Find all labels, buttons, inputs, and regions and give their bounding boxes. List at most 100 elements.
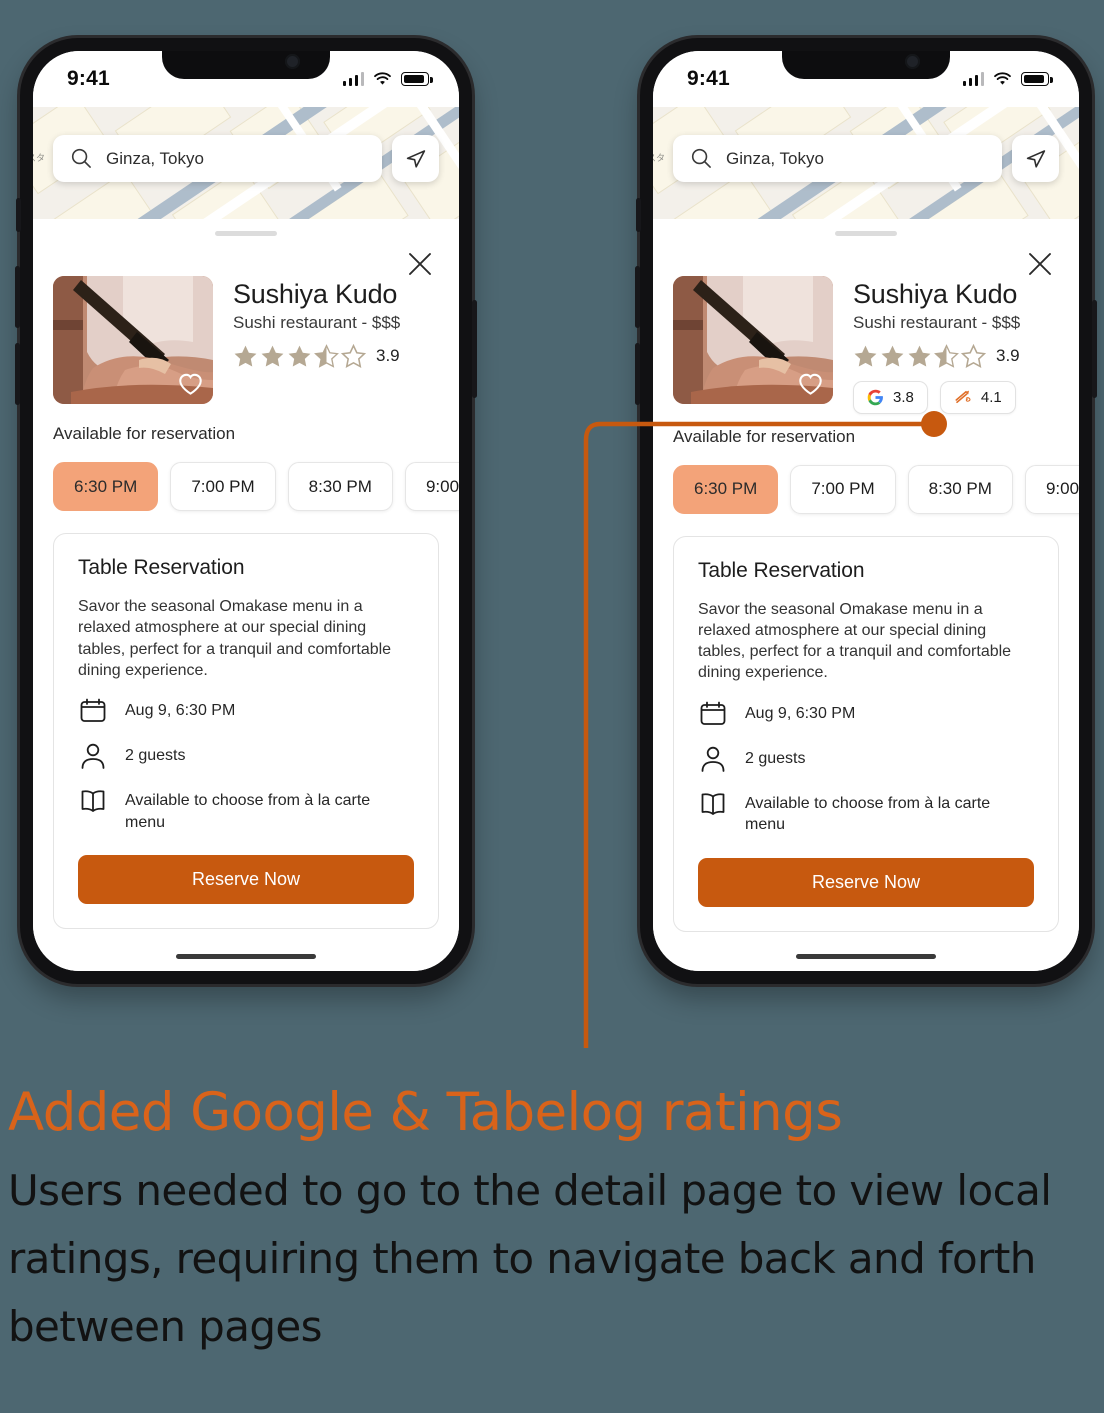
menu-book-icon [81, 790, 105, 812]
status-bar: 9:41 [33, 51, 459, 107]
reservation-description: Savor the seasonal Omakase menu in a rel… [78, 598, 392, 679]
restaurant-info: Sushiya Kudo Sushi restaurant - $$$ 3.9 [233, 276, 400, 404]
close-icon[interactable] [405, 249, 435, 279]
reservation-detail-text: 2 guests [125, 747, 186, 765]
rating-badge-value: 3.8 [893, 388, 914, 406]
map-view[interactable]: スタ 銀座中央ビル Ginza, Tokyo [33, 107, 459, 219]
home-indicator[interactable] [176, 954, 316, 959]
time-slot-chip[interactable]: 6:30 PM [53, 462, 159, 511]
rating-badge-google[interactable]: 3.8 [853, 380, 928, 414]
home-indicator[interactable] [796, 954, 936, 959]
restaurant-header: Sushiya Kudo Sushi restaurant - $$$ 3.9 [53, 276, 439, 404]
map-view[interactable]: スタ 銀座中央ビル Ginza, Tokyo [653, 107, 1079, 219]
heart-icon[interactable] [797, 370, 824, 397]
caption-body: Users needed to go to the detail page to… [8, 1166, 1052, 1352]
status-icons [342, 72, 433, 86]
navigate-arrow-icon [1026, 149, 1045, 168]
time-slot-chip[interactable]: 6:30 PM [673, 464, 779, 514]
reservation-detail-row: Available to choose from à la carte menu [698, 789, 1034, 836]
reservation-details: Aug 9, 6:30 PM 2 guests Available to cho… [698, 699, 1034, 836]
phone-mockup-before: 9:41 タ Ginza, Tokyo Sushiya Kudo Sushi r… [15, 38, 477, 984]
reservation-card: Table Reservation Savor the seasonal Oma… [53, 533, 439, 930]
reservation-details: Aug 9, 6:30 PM 2 guests Available to cho… [78, 696, 414, 833]
menu-book-icon [701, 793, 725, 815]
star-icon-filled [854, 345, 877, 367]
reservation-card-title: Table Reservation [698, 558, 865, 582]
rating-value: 3.9 [996, 346, 1020, 366]
mute-switch[interactable] [636, 198, 641, 232]
search-input[interactable]: Ginza, Tokyo [673, 135, 1002, 182]
time-slot-chip[interactable]: 7:00 PM [790, 464, 896, 514]
caption-block: Added Google & Tabelog ratings Users nee… [8, 1082, 1078, 1361]
place-detail-sheet: Sushiya Kudo Sushi restaurant - $$$ 3.9 … [653, 219, 1079, 971]
reservation-detail-text: Available to choose from à la carte menu [745, 794, 991, 834]
person-icon [81, 743, 105, 769]
close-icon[interactable] [1025, 249, 1055, 279]
time-slot-chip[interactable]: 9:00 PM [1024, 464, 1079, 514]
person-icon [701, 746, 725, 772]
calendar-icon [80, 698, 106, 722]
search-query-text: Ginza, Tokyo [106, 148, 204, 168]
time-slot-chip[interactable]: 9:00 PM [404, 462, 459, 511]
star-icon-filled [908, 345, 931, 367]
battery-icon [401, 72, 433, 86]
restaurant-photo[interactable] [673, 276, 833, 404]
notch [162, 51, 330, 79]
mute-switch[interactable] [16, 198, 21, 232]
star-icon-empty [961, 343, 986, 368]
rating-row: 3.9 [233, 343, 400, 369]
sheet-drag-handle[interactable] [215, 231, 277, 236]
availability-label: Available for reservation [53, 424, 236, 443]
reserve-now-button[interactable]: Reserve Now [78, 855, 414, 905]
navigate-arrow-icon [406, 149, 425, 168]
time-slot-list: 6:30 PM7:00 PM8:30 PM9:00 PM [673, 464, 1079, 514]
volume-down-button[interactable] [15, 343, 20, 405]
heart-icon[interactable] [177, 370, 204, 397]
star-icon-filled [234, 345, 257, 367]
time-slot-list: 6:30 PM7:00 PM8:30 PM9:00 PM [53, 462, 459, 511]
reservation-detail-row: 2 guests [698, 744, 1034, 774]
person-icon [698, 744, 728, 774]
sheet-drag-handle[interactable] [835, 231, 897, 236]
calendar-icon [78, 696, 108, 726]
time-slot-chip[interactable]: 8:30 PM [287, 462, 393, 511]
star-icon-filled [881, 345, 904, 367]
cellular-bars-icon [342, 72, 364, 86]
rating-badge-tabelog[interactable]: 4.1 [939, 380, 1016, 414]
star-icon-filled [261, 345, 284, 367]
volume-up-button[interactable] [15, 266, 20, 328]
reservation-card: Table Reservation Savor the seasonal Oma… [673, 535, 1059, 932]
star-icon-half [314, 343, 339, 368]
status-bar: 9:41 [653, 51, 1079, 107]
restaurant-header: Sushiya Kudo Sushi restaurant - $$$ 3.9 … [673, 276, 1059, 414]
search-input[interactable]: Ginza, Tokyo [53, 135, 382, 182]
calendar-icon [698, 699, 728, 729]
map-search-row: Ginza, Tokyo [33, 135, 459, 182]
reservation-detail-row: Available to choose from à la carte menu [78, 786, 414, 833]
time-slot-chip[interactable]: 8:30 PM [907, 464, 1013, 514]
locate-me-button[interactable] [392, 135, 439, 182]
menu-book-icon [78, 786, 108, 816]
status-icons [962, 72, 1053, 86]
tabelog-chopsticks-icon [955, 390, 971, 404]
notch [782, 51, 950, 79]
power-button[interactable] [1092, 300, 1097, 398]
reservation-detail-row: 2 guests [78, 741, 414, 771]
comparison-figure: 9:41 タ Ginza, Tokyo Sushiya Kudo Sushi r… [0, 0, 1104, 1413]
menu-book-icon [698, 789, 728, 819]
power-button[interactable] [472, 300, 477, 398]
restaurant-photo[interactable] [53, 276, 213, 404]
star-rating [853, 343, 986, 369]
caption-title: Added Google & Tabelog ratings [8, 1082, 843, 1143]
availability-label: Available for reservation [673, 426, 856, 446]
locate-me-button[interactable] [1012, 135, 1059, 182]
search-icon [691, 148, 711, 168]
reservation-detail-text: Aug 9, 6:30 PM [125, 702, 236, 720]
star-icon-empty [341, 343, 366, 368]
person-icon [78, 741, 108, 771]
cellular-bars-icon [962, 72, 984, 86]
volume-down-button[interactable] [635, 343, 640, 405]
reserve-now-button[interactable]: Reserve Now [698, 857, 1034, 907]
volume-up-button[interactable] [635, 266, 640, 328]
time-slot-chip[interactable]: 7:00 PM [170, 462, 276, 511]
